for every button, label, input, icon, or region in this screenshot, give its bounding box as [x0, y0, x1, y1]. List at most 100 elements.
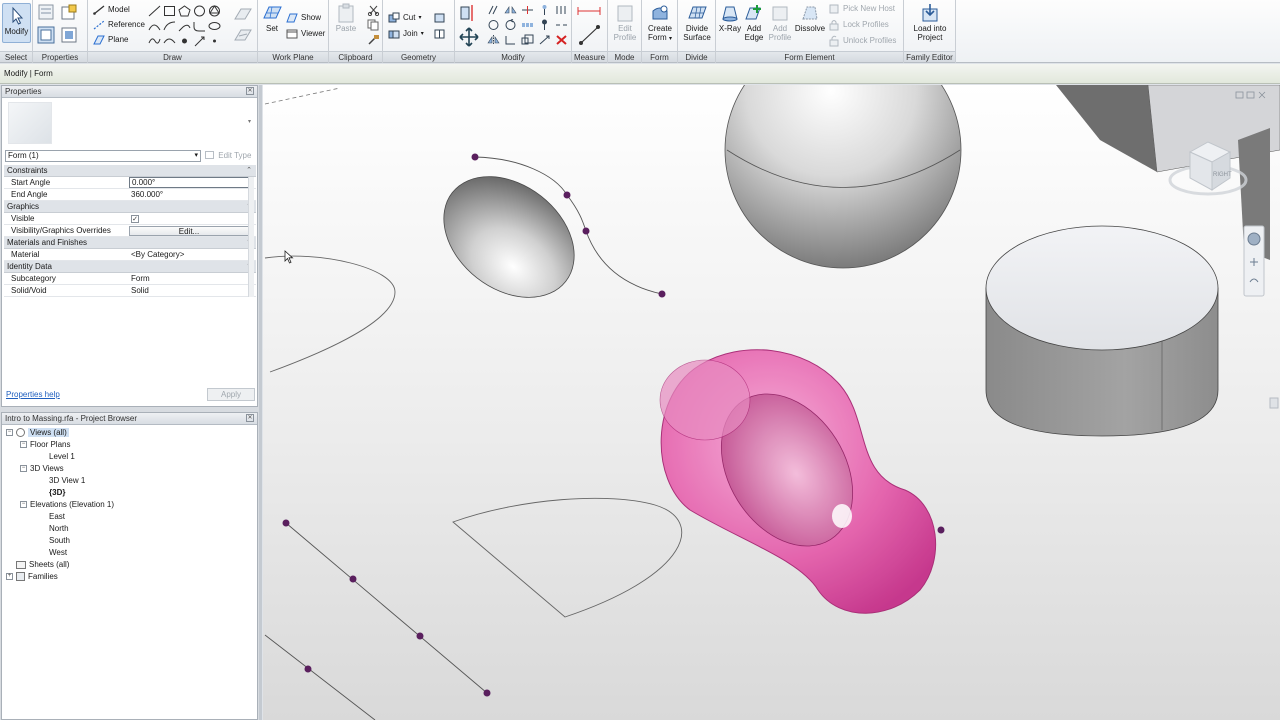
- lock-profiles-button[interactable]: Lock Profiles: [828, 19, 889, 31]
- collapse-toggle-icon[interactable]: −: [20, 441, 27, 449]
- type-selector[interactable]: Form (1) ▾: [5, 150, 201, 162]
- profile-arc-left[interactable]: [264, 255, 396, 373]
- set-workplane-button[interactable]: Set: [260, 3, 284, 33]
- properties-palette-title-bar[interactable]: Properties ✕: [2, 86, 257, 98]
- pick-new-host-button[interactable]: Pick New Host: [828, 3, 895, 15]
- cut-dropdown-icon[interactable]: ▾: [418, 13, 421, 23]
- control-point[interactable]: [937, 526, 945, 534]
- model-line-tool[interactable]: Model: [93, 4, 130, 16]
- circumscribed-polygon-icon[interactable]: [208, 5, 221, 17]
- arc-tangent-icon[interactable]: [178, 20, 191, 32]
- project-browser-title-bar[interactable]: Intro to Massing.rfa - Project Browser ✕: [2, 413, 257, 425]
- xray-button[interactable]: X-Ray: [718, 3, 742, 33]
- add-edge-button[interactable]: Add Edge: [743, 3, 765, 42]
- array-icon[interactable]: [521, 19, 534, 31]
- polygon-draw-icon[interactable]: [178, 5, 191, 17]
- dissolve-button[interactable]: Dissolve: [794, 3, 826, 33]
- join-geometry-button[interactable]: Join ▾: [388, 28, 424, 40]
- close-icon[interactable]: ✕: [246, 414, 254, 422]
- wall-joins-icon[interactable]: [433, 12, 446, 24]
- sphere-form[interactable]: [724, 85, 962, 269]
- control-point[interactable]: [282, 519, 290, 527]
- tree-families[interactable]: + Families: [6, 571, 58, 583]
- move-icon[interactable]: [459, 27, 479, 47]
- rotate-icon[interactable]: [504, 19, 517, 31]
- tree-east[interactable]: East: [49, 511, 65, 523]
- offset-icon[interactable]: [487, 4, 500, 16]
- reference-line[interactable]: [264, 87, 341, 105]
- navigation-bar[interactable]: [1243, 225, 1265, 297]
- chevron-down-icon[interactable]: ▾: [248, 118, 251, 125]
- tree-south[interactable]: South: [49, 535, 70, 547]
- properties-help-link[interactable]: Properties help: [6, 390, 60, 399]
- collapse-toggle-icon[interactable]: −: [6, 429, 13, 437]
- tree-elevations[interactable]: − Elevations (Elevation 1): [20, 499, 114, 511]
- control-point[interactable]: [658, 290, 666, 298]
- trim-extend-icon[interactable]: [504, 34, 517, 46]
- split-face-icon[interactable]: [433, 28, 446, 40]
- model-line-diagonal[interactable]: [285, 522, 488, 694]
- control-point[interactable]: [483, 689, 491, 697]
- trim-multiple-icon[interactable]: [555, 4, 568, 16]
- constraints-group[interactable]: Constraints ⌃: [4, 165, 256, 177]
- arc-draw-icon[interactable]: [148, 20, 161, 32]
- rectangle-draw-icon[interactable]: [163, 5, 176, 17]
- ellipse-arc-icon[interactable]: [163, 35, 176, 47]
- scale-icon[interactable]: [521, 34, 534, 46]
- show-workplane-button[interactable]: Show: [286, 12, 321, 24]
- dimension-icon[interactable]: [578, 24, 602, 46]
- cut-geometry-button[interactable]: Cut ▾: [388, 12, 421, 24]
- materials-group[interactable]: Materials and Finishes⌃: [4, 237, 256, 249]
- properties-icon[interactable]: [37, 26, 55, 44]
- copy-icon[interactable]: [367, 19, 380, 31]
- draw-on-workplane-icon[interactable]: [233, 26, 253, 44]
- load-into-project-button[interactable]: Load into Project: [908, 3, 952, 42]
- move-array-icon[interactable]: [538, 34, 551, 46]
- control-point[interactable]: [471, 153, 479, 161]
- subcategory-field[interactable]: Form: [129, 273, 249, 285]
- measure-distance-icon[interactable]: [576, 4, 602, 18]
- model-line-diagonal-lower[interactable]: [264, 634, 376, 720]
- modify-button[interactable]: Modify: [2, 3, 31, 43]
- collapse-toggle-icon[interactable]: −: [20, 465, 27, 473]
- create-form-button[interactable]: Create Form ▾: [644, 3, 676, 44]
- end-angle-field[interactable]: 360.000°: [129, 189, 249, 201]
- graphics-group[interactable]: Graphics⌃: [4, 201, 256, 213]
- divide-surface-button[interactable]: Divide Surface: [680, 3, 714, 42]
- fillet-arc-icon[interactable]: [193, 20, 206, 32]
- control-point[interactable]: [582, 227, 590, 235]
- vg-edit-button[interactable]: Edit...: [129, 226, 249, 236]
- arc-center-icon[interactable]: [163, 20, 176, 32]
- tree-level-1[interactable]: Level 1: [49, 451, 75, 463]
- control-point[interactable]: [416, 632, 424, 640]
- tree-views-all[interactable]: − Views (all): [6, 427, 69, 439]
- collapse-toggle-icon[interactable]: −: [20, 501, 27, 509]
- family-category-icon[interactable]: [60, 26, 78, 44]
- tree-sheets[interactable]: Sheets (all): [6, 559, 69, 571]
- spline-draw-icon[interactable]: [148, 35, 161, 47]
- edit-type-button[interactable]: Edit Type: [205, 150, 257, 162]
- control-point[interactable]: [563, 191, 571, 199]
- tree-3d-views[interactable]: −3D Views: [20, 463, 64, 475]
- edit-profile-button[interactable]: Edit Profile: [610, 3, 640, 42]
- reference-line-tool[interactable]: Reference: [93, 19, 145, 31]
- profile-closed[interactable]: [452, 497, 682, 618]
- mirror-draw-icon[interactable]: [504, 4, 517, 16]
- control-point[interactable]: [349, 575, 357, 583]
- steering-wheel-icon[interactable]: [1247, 232, 1261, 246]
- material-field[interactable]: <By Category>: [129, 249, 249, 261]
- expand-toggle-icon[interactable]: +: [6, 573, 13, 581]
- tree-3d-view-1[interactable]: 3D View 1: [49, 475, 85, 487]
- type-properties-icon[interactable]: [37, 3, 55, 21]
- close-icon[interactable]: ✕: [246, 87, 254, 95]
- pick-lines-icon[interactable]: [193, 35, 206, 47]
- unpin-icon[interactable]: [538, 4, 551, 16]
- point-element-icon[interactable]: [178, 35, 191, 47]
- line-draw-icon[interactable]: [148, 5, 161, 17]
- pick-faces-icon[interactable]: [208, 35, 221, 47]
- split-element-icon[interactable]: [521, 4, 534, 16]
- circle-draw-icon[interactable]: [193, 5, 206, 17]
- cut-scissors-icon[interactable]: [367, 4, 380, 16]
- drawing-canvas[interactable]: RIGHT: [263, 85, 1280, 720]
- tree-north[interactable]: North: [49, 523, 69, 535]
